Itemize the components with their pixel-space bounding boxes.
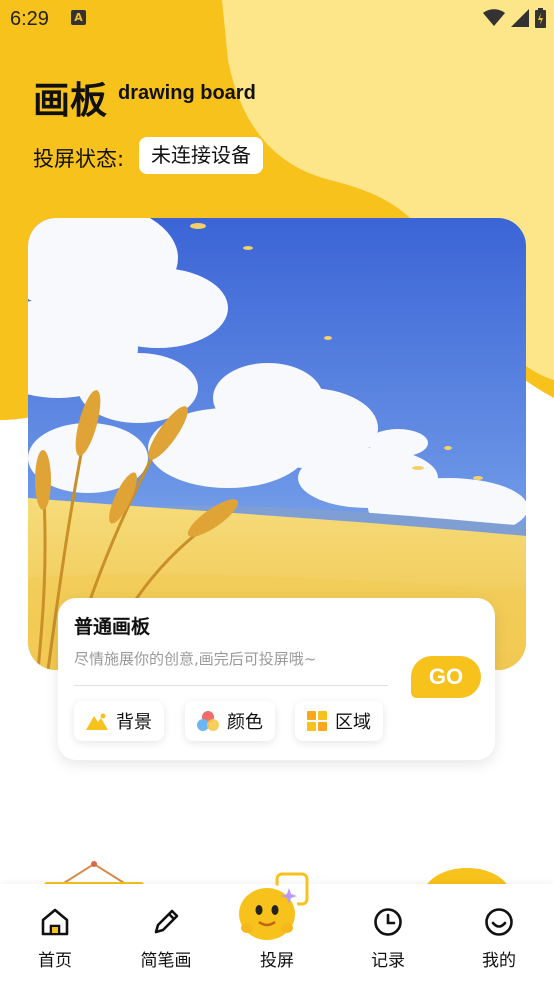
bottom-tab-bar: 首页 简笔画 投屏 记录 我的 xyxy=(0,872,554,984)
mountain-icon xyxy=(86,713,108,730)
clock-icon xyxy=(374,908,402,936)
area-option-label: 区域 xyxy=(335,712,371,733)
tab-records[interactable]: 记录 xyxy=(338,884,438,984)
text-input-icon: A xyxy=(71,10,86,25)
tab-home-label: 首页 xyxy=(38,951,72,971)
tab-projection[interactable]: 投屏 xyxy=(227,872,327,984)
status-bar: 6:29 A xyxy=(0,0,554,38)
area-option-button[interactable]: 区域 xyxy=(295,701,383,741)
status-time: 6:29 xyxy=(10,8,49,30)
wifi-icon xyxy=(483,9,505,26)
background-option-label: 背景 xyxy=(116,712,152,733)
color-circles-icon xyxy=(197,711,219,731)
status-icons xyxy=(483,8,546,28)
home-icon xyxy=(41,908,69,936)
drawing-board-card[interactable]: 普通画板 尽情施展你的创意,画完后可投屏哦~ GO 背景 颜色 区域 xyxy=(58,598,495,760)
page-subtitle: drawing board xyxy=(118,82,256,104)
go-button[interactable]: GO xyxy=(411,656,481,698)
background-option-button[interactable]: 背景 xyxy=(74,701,164,741)
projection-status-label: 投屏状态: xyxy=(33,147,125,171)
pencil-icon xyxy=(154,909,179,934)
page-title: 画板 xyxy=(33,79,107,122)
divider xyxy=(74,685,388,686)
projection-status-badge[interactable]: 未连接设备 xyxy=(139,137,263,174)
tab-home[interactable]: 首页 xyxy=(5,884,105,984)
color-option-button[interactable]: 颜色 xyxy=(185,701,275,741)
signal-icon xyxy=(511,9,529,27)
smile-icon xyxy=(485,908,513,936)
smiley-mascot-icon xyxy=(235,872,309,944)
battery-icon xyxy=(535,8,546,28)
tab-sketch[interactable]: 简笔画 xyxy=(116,884,216,984)
color-option-label: 颜色 xyxy=(227,712,263,733)
card-description: 尽情施展你的创意,画完后可投屏哦~ xyxy=(74,650,317,668)
card-title: 普通画板 xyxy=(74,616,151,638)
tab-profile-label: 我的 xyxy=(482,951,516,971)
tab-projection-label: 投屏 xyxy=(260,951,294,971)
tab-profile[interactable]: 我的 xyxy=(449,884,549,984)
tab-records-label: 记录 xyxy=(371,951,405,971)
grid-icon xyxy=(307,711,327,731)
tab-sketch-label: 简笔画 xyxy=(140,951,192,971)
